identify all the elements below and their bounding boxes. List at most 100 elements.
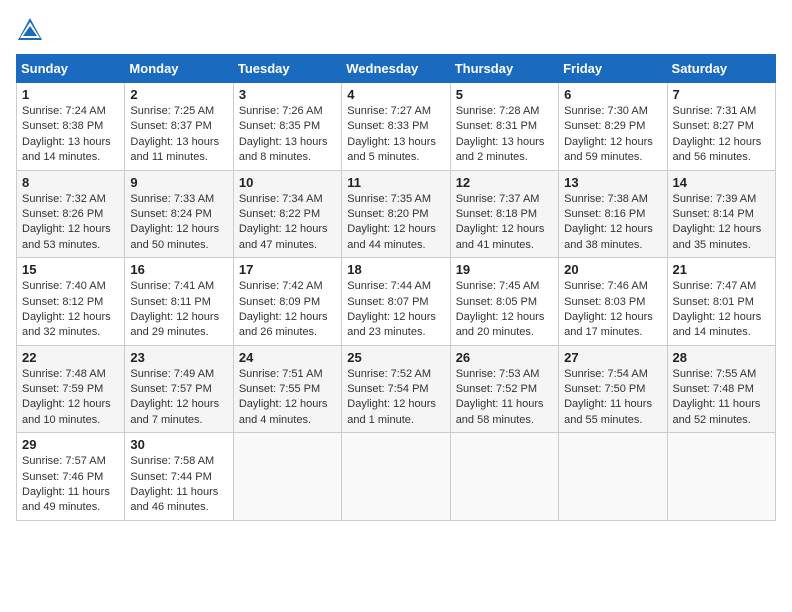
day-header-thursday: Thursday [450, 55, 558, 83]
cell-content: Sunrise: 7:34 AMSunset: 8:22 PMDaylight:… [239, 192, 336, 254]
calendar-cell: 4 Sunrise: 7:27 AMSunset: 8:33 PMDaylight… [342, 83, 450, 171]
day-number: 26 [456, 350, 553, 365]
day-number: 29 [22, 437, 119, 452]
cell-content: Sunrise: 7:51 AMSunset: 7:55 PMDaylight:… [239, 367, 336, 429]
day-number: 12 [456, 175, 553, 190]
day-number: 9 [130, 175, 227, 190]
day-header-tuesday: Tuesday [233, 55, 341, 83]
calendar-cell [233, 433, 341, 521]
day-number: 4 [347, 87, 444, 102]
day-number: 20 [564, 262, 661, 277]
calendar-cell [342, 433, 450, 521]
cell-content: Sunrise: 7:37 AMSunset: 8:18 PMDaylight:… [456, 192, 553, 254]
day-number: 2 [130, 87, 227, 102]
calendar-cell: 16 Sunrise: 7:41 AMSunset: 8:11 PMDayligh… [125, 258, 233, 346]
day-number: 11 [347, 175, 444, 190]
calendar-cell: 19Sunrise: 7:45 AMSunset: 8:05 PMDayligh… [450, 258, 558, 346]
calendar-cell: 17 Sunrise: 7:42 AMSunset: 8:09 PMDayligh… [233, 258, 341, 346]
day-number: 27 [564, 350, 661, 365]
day-number: 15 [22, 262, 119, 277]
calendar-cell: 5 Sunrise: 7:28 AMSunset: 8:31 PMDaylight… [450, 83, 558, 171]
cell-content: Sunrise: 7:33 AMSunset: 8:24 PMDaylight:… [130, 192, 227, 254]
calendar-cell: 15 Sunrise: 7:40 AMSunset: 8:12 PMDayligh… [17, 258, 125, 346]
day-number: 13 [564, 175, 661, 190]
calendar-cell: 1 Sunrise: 7:24 AMSunset: 8:38 PMDaylight… [17, 83, 125, 171]
cell-content: Sunrise: 7:53 AMSunset: 7:52 PMDaylight:… [456, 367, 553, 429]
day-number: 14 [673, 175, 770, 190]
day-number: 17 [239, 262, 336, 277]
calendar-cell: 14Sunrise: 7:39 AMSunset: 8:14 PMDayligh… [667, 170, 775, 258]
day-number: 22 [22, 350, 119, 365]
cell-content: Sunrise: 7:47 AMSunset: 8:01 PMDaylight:… [673, 279, 770, 341]
calendar-cell: 20 Sunrise: 7:46 AMSunset: 8:03 PMDayligh… [559, 258, 667, 346]
cell-content: Sunrise: 7:45 AMSunset: 8:05 PMDaylight:… [456, 279, 553, 341]
page-header [16, 16, 776, 44]
day-number: 23 [130, 350, 227, 365]
calendar-table: SundayMondayTuesdayWednesdayThursdayFrid… [16, 54, 776, 521]
calendar-cell: 11 Sunrise: 7:35 AMSunset: 8:20 PMDayligh… [342, 170, 450, 258]
cell-content: Sunrise: 7:25 AMSunset: 8:37 PMDaylight:… [130, 104, 227, 166]
calendar-cell: 6 Sunrise: 7:30 AMSunset: 8:29 PMDaylight… [559, 83, 667, 171]
cell-content: Sunrise: 7:30 AMSunset: 8:29 PMDaylight:… [564, 104, 661, 166]
cell-content: Sunrise: 7:24 AMSunset: 8:38 PMDaylight:… [22, 104, 119, 166]
cell-content: Sunrise: 7:32 AMSunset: 8:26 PMDaylight:… [22, 192, 119, 254]
calendar-cell: 26 Sunrise: 7:53 AMSunset: 7:52 PMDayligh… [450, 345, 558, 433]
cell-content: Sunrise: 7:31 AMSunset: 8:27 PMDaylight:… [673, 104, 770, 166]
cell-content: Sunrise: 7:57 AMSunset: 7:46 PMDaylight:… [22, 454, 119, 516]
cell-content: Sunrise: 7:41 AMSunset: 8:11 PMDaylight:… [130, 279, 227, 341]
calendar-cell: 7 Sunrise: 7:31 AMSunset: 8:27 PMDaylight… [667, 83, 775, 171]
cell-content: Sunrise: 7:40 AMSunset: 8:12 PMDaylight:… [22, 279, 119, 341]
cell-content: Sunrise: 7:27 AMSunset: 8:33 PMDaylight:… [347, 104, 444, 166]
calendar-cell: 10 Sunrise: 7:34 AMSunset: 8:22 PMDayligh… [233, 170, 341, 258]
day-header-friday: Friday [559, 55, 667, 83]
calendar-cell: 23 Sunrise: 7:49 AMSunset: 7:57 PMDayligh… [125, 345, 233, 433]
calendar-cell: 28 Sunrise: 7:55 AMSunset: 7:48 PMDayligh… [667, 345, 775, 433]
day-header-saturday: Saturday [667, 55, 775, 83]
calendar-cell: 2 Sunrise: 7:25 AMSunset: 8:37 PMDaylight… [125, 83, 233, 171]
day-number: 10 [239, 175, 336, 190]
day-header-sunday: Sunday [17, 55, 125, 83]
calendar-cell: 9 Sunrise: 7:33 AMSunset: 8:24 PMDaylight… [125, 170, 233, 258]
logo-icon [16, 16, 44, 44]
day-header-monday: Monday [125, 55, 233, 83]
calendar-cell: 13 Sunrise: 7:38 AMSunset: 8:16 PMDayligh… [559, 170, 667, 258]
calendar-cell: 30 Sunrise: 7:58 AMSunset: 7:44 PMDayligh… [125, 433, 233, 521]
calendar-cell [667, 433, 775, 521]
day-number: 1 [22, 87, 119, 102]
day-number: 6 [564, 87, 661, 102]
cell-content: Sunrise: 7:55 AMSunset: 7:48 PMDaylight:… [673, 367, 770, 429]
cell-content: Sunrise: 7:54 AMSunset: 7:50 PMDaylight:… [564, 367, 661, 429]
cell-content: Sunrise: 7:44 AMSunset: 8:07 PMDaylight:… [347, 279, 444, 341]
day-number: 5 [456, 87, 553, 102]
cell-content: Sunrise: 7:52 AMSunset: 7:54 PMDaylight:… [347, 367, 444, 429]
calendar-cell: 24 Sunrise: 7:51 AMSunset: 7:55 PMDayligh… [233, 345, 341, 433]
cell-content: Sunrise: 7:35 AMSunset: 8:20 PMDaylight:… [347, 192, 444, 254]
day-number: 25 [347, 350, 444, 365]
calendar-cell: 12 Sunrise: 7:37 AMSunset: 8:18 PMDayligh… [450, 170, 558, 258]
cell-content: Sunrise: 7:28 AMSunset: 8:31 PMDaylight:… [456, 104, 553, 166]
day-number: 16 [130, 262, 227, 277]
calendar-cell: 3Sunrise: 7:26 AMSunset: 8:35 PMDaylight… [233, 83, 341, 171]
cell-content: Sunrise: 7:26 AMSunset: 8:35 PMDaylight:… [239, 104, 336, 166]
cell-content: Sunrise: 7:38 AMSunset: 8:16 PMDaylight:… [564, 192, 661, 254]
calendar-cell: 25 Sunrise: 7:52 AMSunset: 7:54 PMDayligh… [342, 345, 450, 433]
cell-content: Sunrise: 7:42 AMSunset: 8:09 PMDaylight:… [239, 279, 336, 341]
calendar-cell: 8 Sunrise: 7:32 AMSunset: 8:26 PMDaylight… [17, 170, 125, 258]
day-number: 7 [673, 87, 770, 102]
calendar-cell: 27 Sunrise: 7:54 AMSunset: 7:50 PMDayligh… [559, 345, 667, 433]
logo [16, 16, 48, 44]
day-number: 18 [347, 262, 444, 277]
calendar-cell [559, 433, 667, 521]
day-number: 28 [673, 350, 770, 365]
day-header-wednesday: Wednesday [342, 55, 450, 83]
day-number: 21 [673, 262, 770, 277]
cell-content: Sunrise: 7:46 AMSunset: 8:03 PMDaylight:… [564, 279, 661, 341]
day-number: 30 [130, 437, 227, 452]
day-number: 8 [22, 175, 119, 190]
cell-content: Sunrise: 7:49 AMSunset: 7:57 PMDaylight:… [130, 367, 227, 429]
day-number: 24 [239, 350, 336, 365]
cell-content: Sunrise: 7:58 AMSunset: 7:44 PMDaylight:… [130, 454, 227, 516]
calendar-cell: 18 Sunrise: 7:44 AMSunset: 8:07 PMDayligh… [342, 258, 450, 346]
cell-content: Sunrise: 7:48 AMSunset: 7:59 PMDaylight:… [22, 367, 119, 429]
calendar-cell: 21 Sunrise: 7:47 AMSunset: 8:01 PMDayligh… [667, 258, 775, 346]
